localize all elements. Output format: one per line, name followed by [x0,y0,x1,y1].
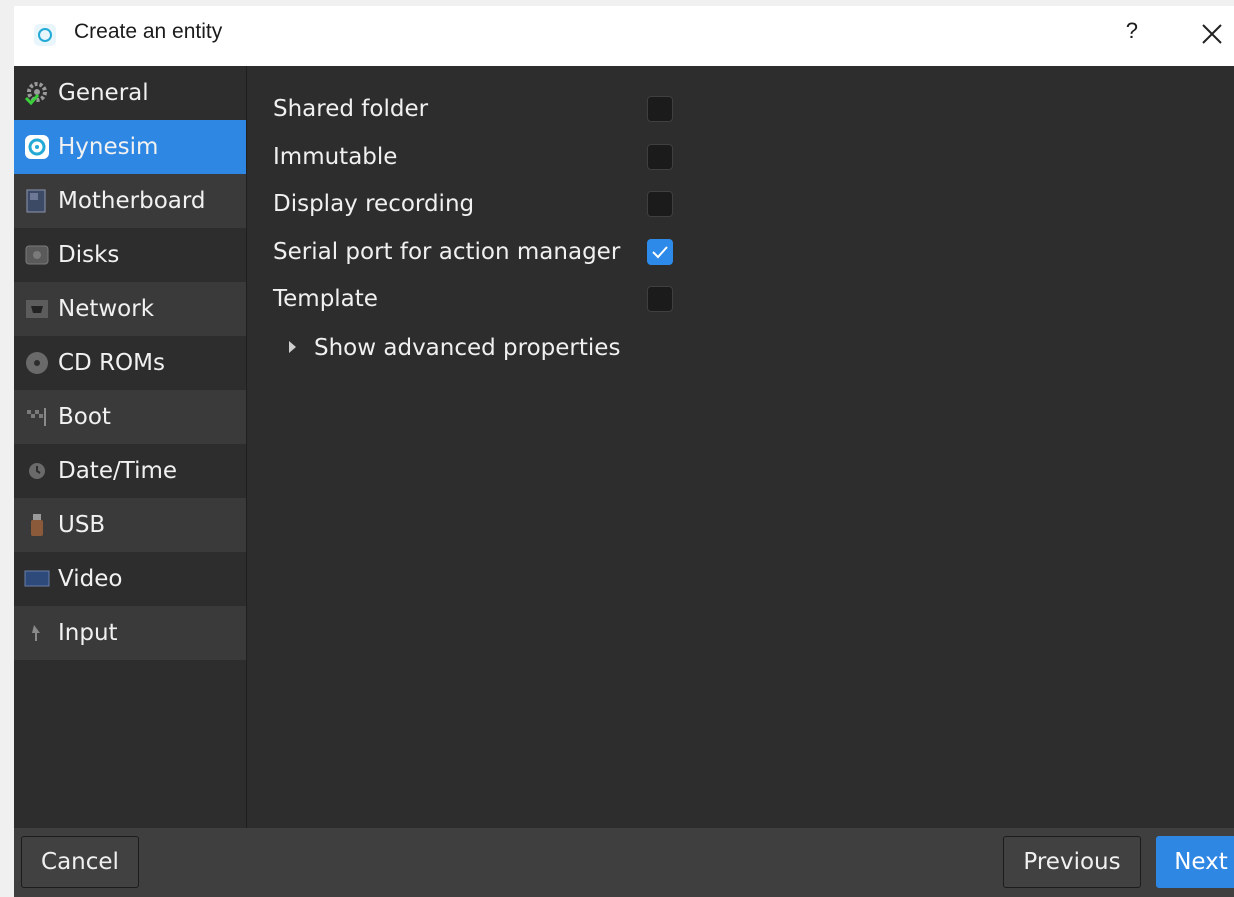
boot-flag-icon [24,404,50,430]
sidebar-item-label: Date/Time [58,458,178,484]
shared-folder-label: Shared folder [273,96,429,122]
sidebar-item-general[interactable]: General [14,66,246,120]
immutable-checkbox[interactable] [647,144,673,170]
cursor-icon [24,620,50,646]
previous-button[interactable]: Previous [1003,836,1141,888]
dialog-footer: Cancel Previous Next [14,828,1234,897]
usb-icon [24,512,50,538]
disk-icon [24,242,50,268]
window-title: Create an entity [74,20,223,43]
sidebar-item-date-time[interactable]: Date/Time [14,444,246,498]
sidebar-item-hynesim[interactable]: Hynesim [14,120,246,174]
show-advanced-toggle[interactable]: Show advanced properties [289,335,620,361]
sidebar-item-usb[interactable]: USB [14,498,246,552]
close-icon[interactable] [1200,22,1224,46]
monitor-icon [24,566,50,592]
serial-port-label: Serial port for action manager [273,239,621,265]
sidebar-item-cd-roms[interactable]: CD ROMs [14,336,246,390]
sidebar-item-label: Hynesim [58,134,159,160]
serial-port-checkbox[interactable] [647,239,673,265]
advanced-label: Show advanced properties [314,335,621,361]
sidebar-item-label: Disks [58,242,120,268]
sidebar-item-label: CD ROMs [58,350,165,376]
title-bar: Create an entity ? [14,6,1234,66]
template-checkbox[interactable] [647,286,673,312]
gear-check-icon [24,80,50,106]
sidebar-item-label: Input [58,620,118,646]
expand-arrow-icon [289,340,296,353]
sidebar-item-label: Motherboard [58,188,206,214]
sidebar-item-disks[interactable]: Disks [14,228,246,282]
cancel-button[interactable]: Cancel [21,836,139,888]
checkmark-icon [652,246,668,259]
shared-folder-checkbox[interactable] [647,96,673,122]
help-button[interactable]: ? [1126,18,1138,44]
sidebar-item-boot[interactable]: Boot [14,390,246,444]
sidebar-item-label: USB [58,512,106,538]
sidebar-item-label: Boot [58,404,111,430]
motherboard-icon [24,188,50,214]
sidebar-item-label: Video [58,566,123,592]
next-button[interactable]: Next [1156,836,1234,888]
immutable-label: Immutable [273,144,398,170]
sidebar-item-input[interactable]: Input [14,606,246,660]
clock-icon [24,458,50,484]
sidebar-item-label: General [58,80,149,106]
display-recording-label: Display recording [273,191,475,217]
network-card-icon [24,296,50,322]
properties-panel: Shared folder Immutable Display recordin… [247,66,1234,828]
display-recording-checkbox[interactable] [647,191,673,217]
sidebar-item-label: Network [58,296,155,322]
template-label: Template [273,286,378,312]
hynesim-icon [24,134,50,160]
sidebar-item-video[interactable]: Video [14,552,246,606]
hynesim-logo-icon [34,24,56,46]
sidebar-item-network[interactable]: Network [14,282,246,336]
cd-icon [24,350,50,376]
sidebar-item-motherboard[interactable]: Motherboard [14,174,246,228]
sidebar: General Hynesim Motherboard Disks Networ… [14,66,247,828]
